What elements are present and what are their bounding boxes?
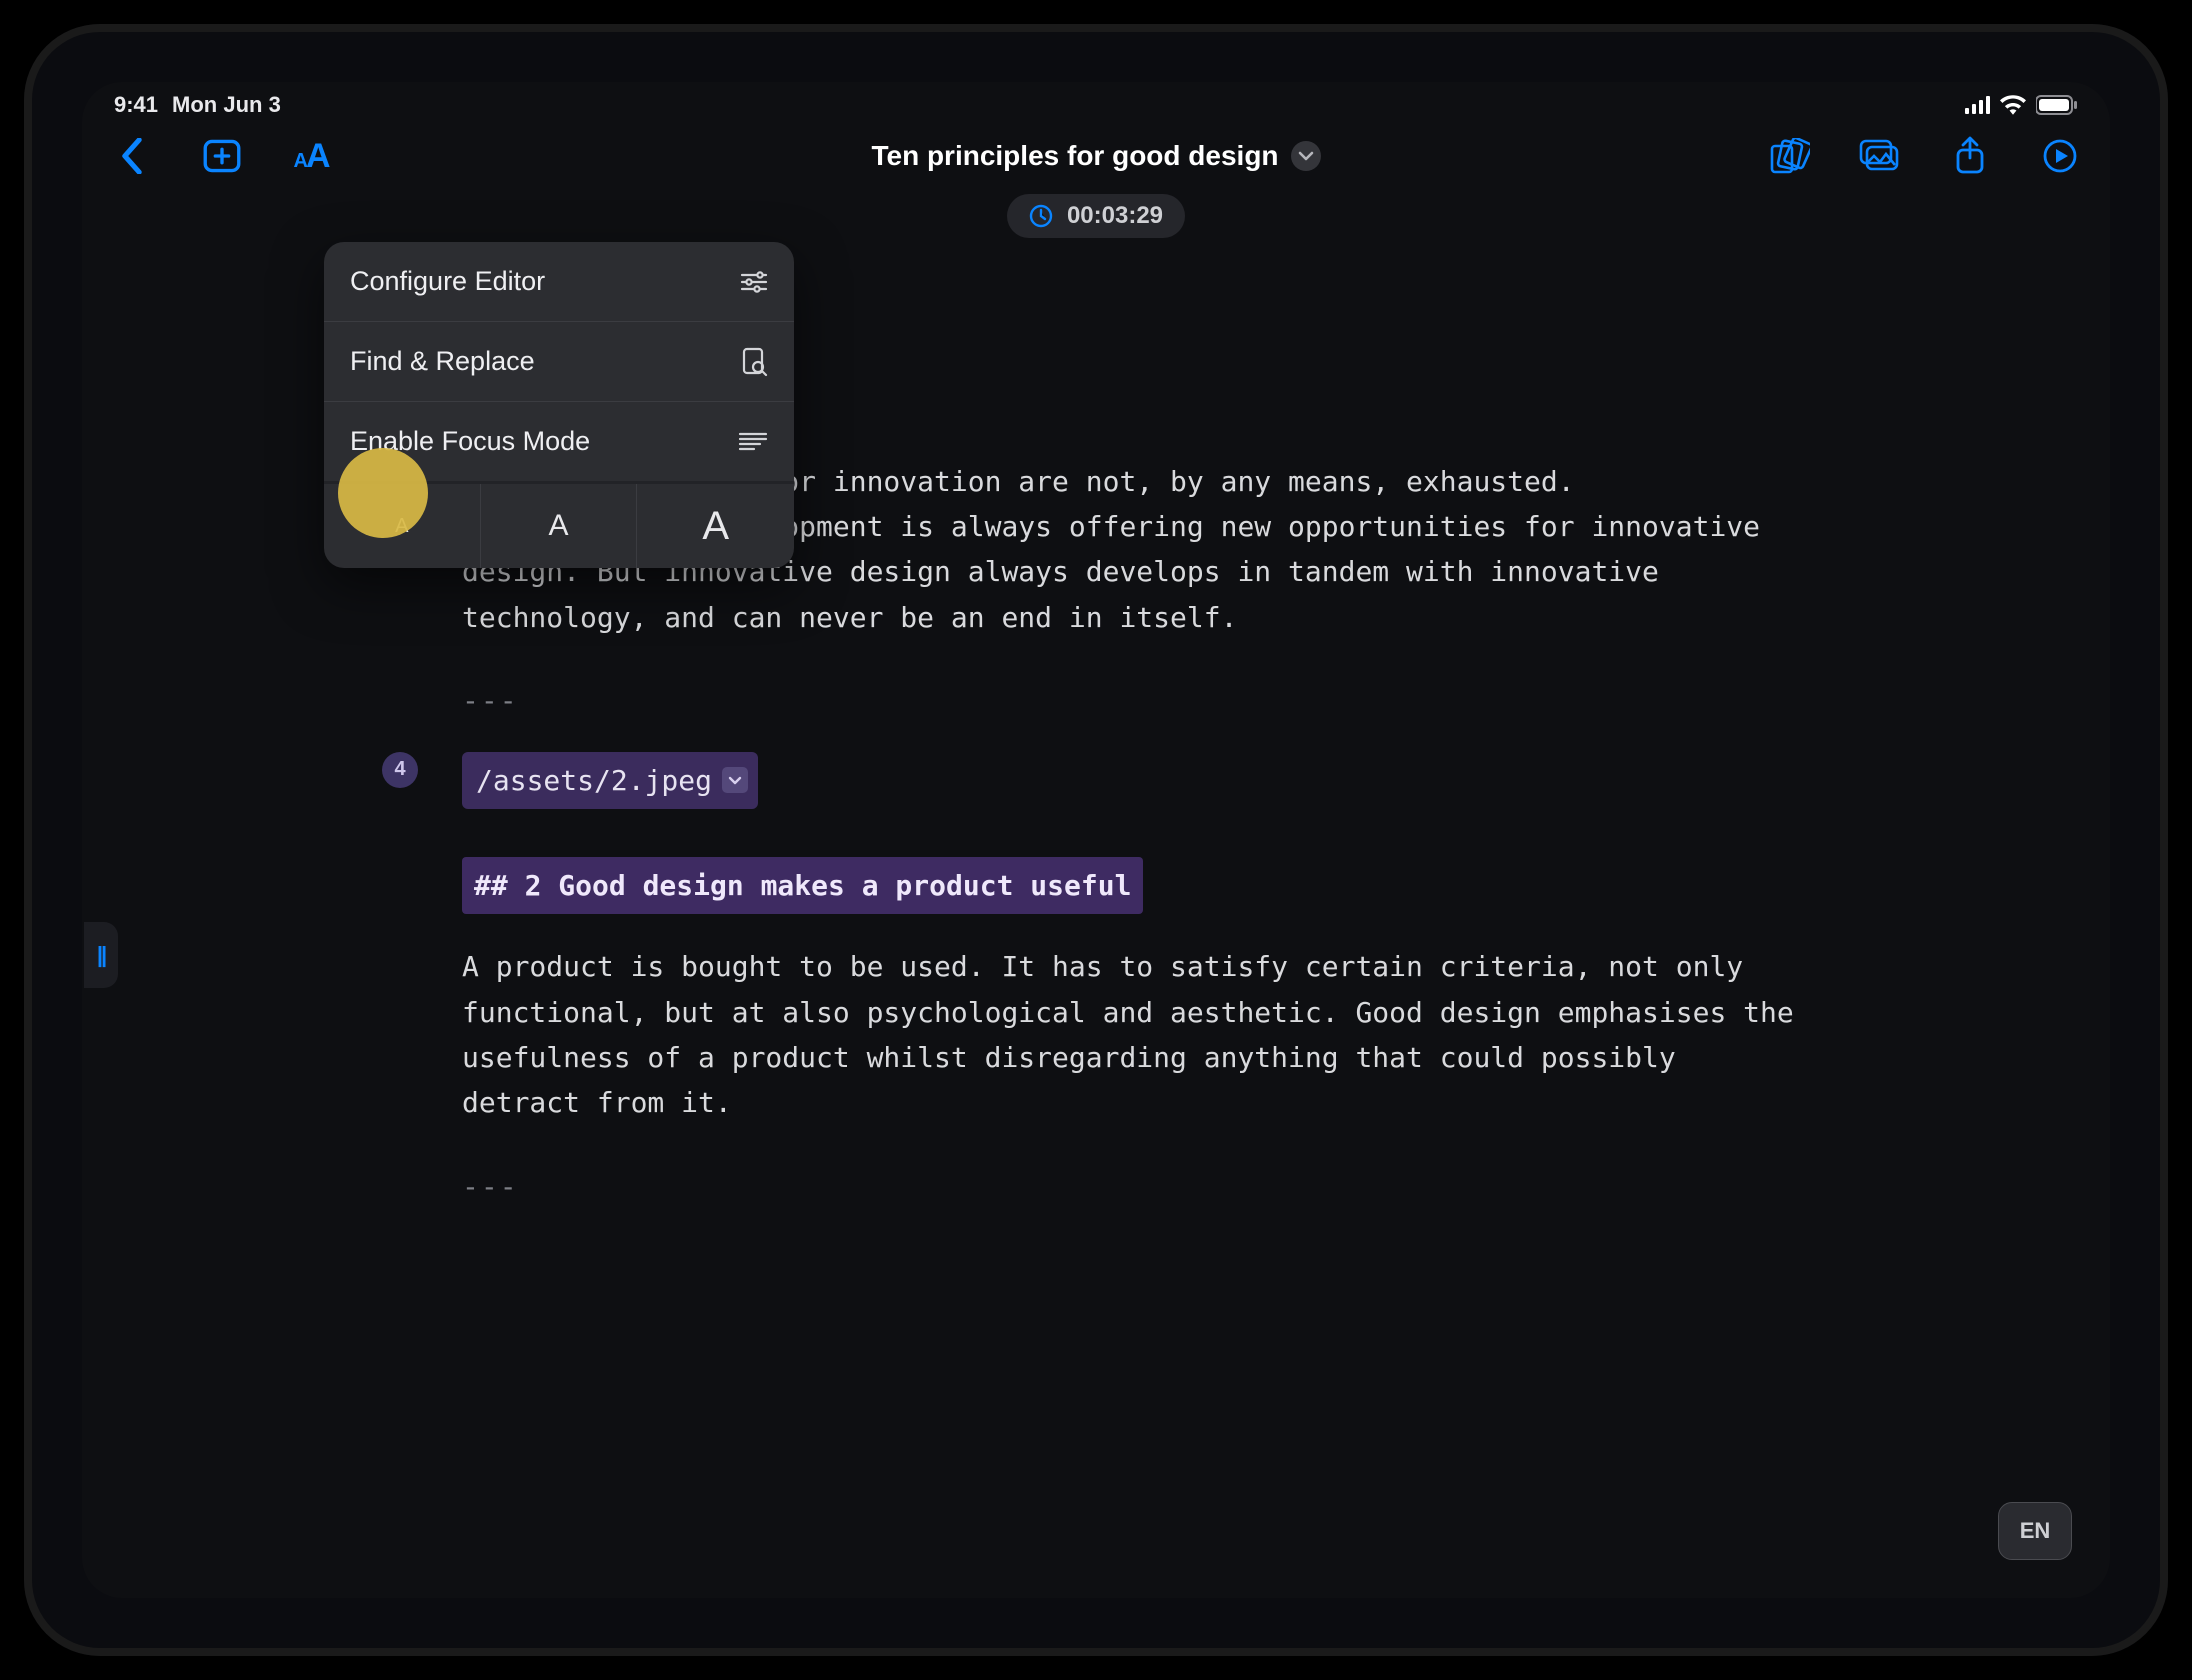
status-bar: 9:41 Mon Jun 3 [82, 82, 2110, 122]
hr-2: --- [462, 1164, 2030, 1209]
title-chevron-icon[interactable] [1291, 141, 1321, 171]
menu-label: Find & Replace [350, 346, 535, 377]
text-style-button[interactable]: AA [290, 134, 334, 178]
status-time: 9:41 [114, 92, 158, 118]
chevron-down-icon[interactable] [722, 767, 748, 793]
language-indicator[interactable]: EN [1998, 1502, 2072, 1560]
share-button[interactable] [1948, 134, 1992, 178]
timer-pill[interactable]: 00:03:29 [1007, 194, 1185, 238]
gallery-button[interactable] [1858, 134, 1902, 178]
font-size-medium[interactable]: A [481, 484, 638, 568]
font-size-large[interactable]: A [637, 484, 794, 568]
heading-2: ## 2 Good design makes a product useful [462, 857, 1143, 914]
battery-icon [2036, 95, 2078, 115]
sliders-icon [740, 270, 768, 294]
handle-icon: || [97, 942, 105, 968]
find-in-page-icon [742, 347, 768, 377]
back-button[interactable] [110, 134, 154, 178]
sidebar-handle[interactable]: || [84, 922, 118, 988]
wifi-icon [2000, 95, 2026, 115]
play-button[interactable] [2038, 134, 2082, 178]
toolbar: AA Ten principles for good design [82, 122, 2110, 190]
menu-configure-editor[interactable]: Configure Editor [324, 242, 794, 322]
language-label: EN [2020, 1518, 2051, 1544]
cellular-icon [1965, 96, 1990, 114]
clock-icon [1029, 204, 1053, 228]
paragraph-2: A product is bought to be used. It has t… [462, 944, 1802, 1125]
themes-button[interactable] [1768, 134, 1812, 178]
asset-2-label: /assets/2.jpeg [476, 758, 712, 803]
line-badge-4: 4 [382, 752, 418, 788]
asset-pill-2[interactable]: /assets/2.jpeg [462, 752, 758, 809]
document-title[interactable]: Ten principles for good design [871, 140, 1278, 172]
focus-lines-icon [738, 431, 768, 453]
hr-1: --- [462, 678, 2030, 723]
touch-highlight [338, 448, 428, 538]
menu-find-replace[interactable]: Find & Replace [324, 322, 794, 402]
timer-value: 00:03:29 [1067, 202, 1163, 230]
menu-label: Configure Editor [350, 266, 545, 297]
status-date: Mon Jun 3 [172, 92, 281, 118]
new-document-button[interactable] [200, 134, 244, 178]
